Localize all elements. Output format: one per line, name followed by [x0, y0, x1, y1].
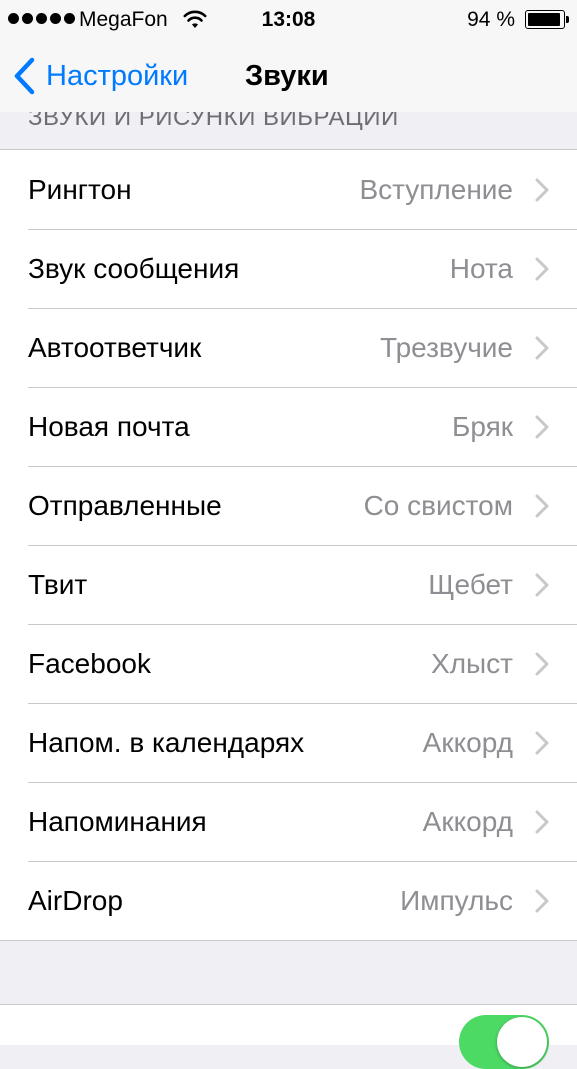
navigation-bar: Настройки Звуки: [0, 40, 577, 112]
list-item-value: Трезвучие: [380, 332, 513, 363]
chevron-right-icon: [535, 178, 549, 202]
list-item[interactable]: Твит Щебет: [0, 545, 577, 624]
list-item-value: Нота: [449, 253, 513, 284]
back-button[interactable]: Настройки: [10, 40, 188, 112]
chevron-right-icon: [535, 889, 549, 913]
list-item[interactable]: Отправленные Со свистом: [0, 466, 577, 545]
chevron-right-icon: [535, 810, 549, 834]
list-item-label: Напоминания: [28, 806, 207, 837]
toggle-knob: [497, 1017, 547, 1067]
chevron-right-icon: [535, 257, 549, 281]
list-item-value: Хлыст: [431, 648, 513, 679]
list-item-label: Напом. в календарях: [28, 727, 305, 758]
list-item[interactable]: Рингтон Вступление: [0, 150, 577, 229]
settings-card-partial: [0, 1004, 577, 1069]
status-bar: MegaFon 13:08 94 %: [0, 0, 577, 40]
list-item-value: Импульс: [400, 885, 513, 916]
list-item-label: AirDrop: [28, 885, 123, 916]
battery-percent: 94 %: [467, 8, 515, 31]
list-item[interactable]: Звук сообщения Нота: [0, 229, 577, 308]
chevron-right-icon: [535, 494, 549, 518]
toggle-switch[interactable]: [459, 1015, 549, 1069]
list-item-label: Рингтон: [28, 174, 132, 205]
chevron-right-icon: [535, 415, 549, 439]
list-item-value: Аккорд: [422, 727, 513, 758]
page-title: Звуки: [245, 60, 329, 92]
list-item[interactable]: Напом. в календарях Аккорд: [0, 703, 577, 782]
list-item-label: Автоответчик: [28, 332, 202, 363]
back-button-label: Настройки: [46, 59, 189, 92]
chevron-right-icon: [535, 336, 549, 360]
list-item[interactable]: Автоответчик Трезвучие: [0, 308, 577, 387]
list-item[interactable]: Напоминания Аккорд: [0, 782, 577, 861]
list-item-label: Отправленные: [28, 490, 222, 521]
list-item-label: Твит: [28, 569, 88, 600]
list-item-value: Бряк: [451, 411, 513, 442]
list-item[interactable]: Новая почта Бряк: [0, 387, 577, 466]
list-item[interactable]: AirDrop Импульс: [0, 861, 577, 940]
list-item-label: Facebook: [28, 648, 151, 679]
battery-icon: [525, 10, 569, 29]
chevron-left-icon: [14, 57, 35, 95]
chevron-right-icon: [535, 731, 549, 755]
list-item-value: Щебет: [428, 569, 513, 600]
list-item-label: Новая почта: [28, 411, 190, 442]
sounds-list: Рингтон Вступление Звук сообщения Нота Автоо…: [0, 149, 577, 941]
list-item-value: Вступление: [359, 174, 513, 205]
chevron-right-icon: [535, 573, 549, 597]
list-item[interactable]: Facebook Хлыст: [0, 624, 577, 703]
list-item-label: Звук сообщения: [28, 253, 240, 284]
list-item-value: Аккорд: [422, 806, 513, 837]
chevron-right-icon: [535, 652, 549, 676]
list-item-value: Со свистом: [363, 490, 513, 521]
